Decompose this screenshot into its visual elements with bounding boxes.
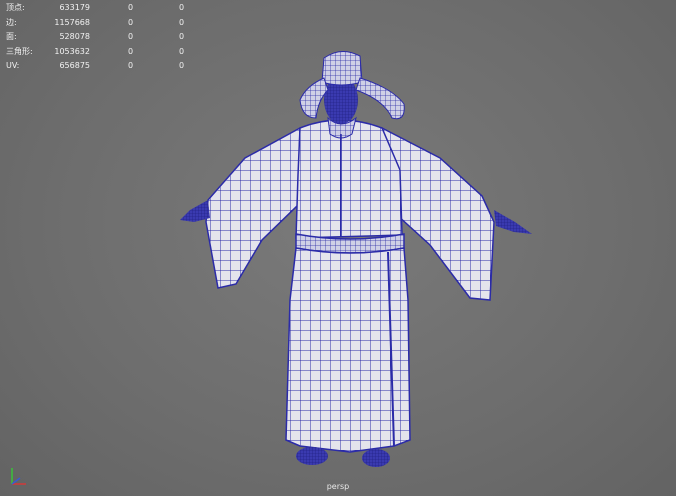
camera-label: persp xyxy=(326,482,350,491)
hud-selected: 0 xyxy=(128,17,134,27)
hat-wing-right xyxy=(355,77,405,120)
hud-label: 面: xyxy=(6,32,17,42)
right-hand xyxy=(494,210,532,234)
hud-selected: 0 xyxy=(128,32,134,42)
hud-row: UV: 656875 0 0 xyxy=(6,59,186,74)
left-hand xyxy=(180,200,210,222)
hud-component: 0 xyxy=(179,61,185,71)
hud-count: 1157668 xyxy=(54,17,90,27)
hud-row: 边: 1157668 0 0 xyxy=(6,16,186,31)
left-sleeve xyxy=(205,126,301,289)
hud-selected: 0 xyxy=(128,3,134,12)
robe-torso xyxy=(295,119,403,239)
persp-viewport[interactable]: 顶点: 633179 0 0 边: 1157668 0 0 面: 528078 0 0 三角形: 1053… xyxy=(0,0,676,496)
hud-component: 0 xyxy=(179,32,185,42)
hud-count: 1053632 xyxy=(54,46,90,56)
hud-component: 0 xyxy=(179,3,185,12)
right-boot xyxy=(362,449,390,467)
poly-count-hud: 顶点: 633179 0 0 边: 1157668 0 0 面: 528078 0 0 三角形: 1053… xyxy=(6,1,186,74)
hud-label: 三角形: xyxy=(6,46,33,56)
hud-component: 0 xyxy=(179,46,185,56)
hud-row: 三角形: 1053632 0 0 xyxy=(6,45,186,60)
hud-selected: 0 xyxy=(128,46,134,56)
hud-count: 656875 xyxy=(59,61,90,71)
hat-wing-left xyxy=(299,77,329,119)
hud-count: 633179 xyxy=(59,3,90,12)
hud-row: 面: 528078 0 0 xyxy=(6,30,186,45)
hud-label: 顶点: xyxy=(6,3,25,12)
official-hat xyxy=(321,51,363,86)
hud-count: 528078 xyxy=(59,32,90,42)
hud-label: 边: xyxy=(6,17,17,27)
hud-row: 顶点: 633179 0 0 xyxy=(6,1,186,16)
left-boot xyxy=(296,447,328,465)
character-wireframe-model[interactable] xyxy=(0,0,676,496)
hud-component: 0 xyxy=(179,17,185,27)
hud-selected: 0 xyxy=(128,61,134,71)
hud-label: UV: xyxy=(6,61,20,71)
